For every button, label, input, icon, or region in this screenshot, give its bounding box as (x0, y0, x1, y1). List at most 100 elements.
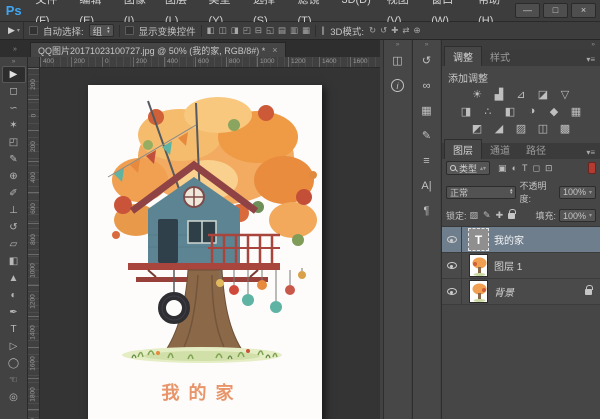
dodge-tool[interactable]: ◐ (2, 287, 26, 304)
hue-saturation-icon[interactable]: ◨ (459, 105, 473, 118)
layer-row-image[interactable]: 图层 1 (442, 253, 600, 279)
healing-brush-tool[interactable]: ⊕ (2, 168, 26, 185)
hand-tool[interactable]: ☜ (2, 372, 26, 389)
close-button[interactable]: × (571, 3, 596, 18)
ruler-corner[interactable] (28, 57, 40, 68)
eraser-tool[interactable]: ▱ (2, 236, 26, 253)
history-icon[interactable]: ↺ (416, 50, 438, 71)
tab-adjustments[interactable]: 调整 (444, 46, 482, 66)
blend-mode-dropdown[interactable]: 正常 ▴▾ (446, 186, 516, 199)
layer-thumbnail[interactable] (469, 254, 488, 277)
color-balance-icon[interactable]: ∴ (481, 105, 495, 118)
gradient-tool[interactable]: ◧ (2, 253, 26, 270)
layer-name[interactable]: 图层 1 (494, 258, 522, 273)
tab-layers[interactable]: 图层 (444, 139, 482, 159)
brush-presets-icon[interactable]: ✎ (416, 125, 438, 146)
3d-rotate-icon[interactable]: ↻ (369, 25, 376, 36)
filter-shape-layers-icon[interactable]: ◻ (533, 163, 540, 174)
curves-icon[interactable]: ⊿ (514, 88, 528, 101)
tab-paths[interactable]: 路径 (518, 140, 554, 159)
lock-position-icon[interactable]: ✚ (496, 210, 504, 221)
paragraph-icon[interactable]: ¶ (416, 200, 438, 221)
auto-select-dropdown[interactable]: 组 ▴▾ (89, 24, 114, 37)
shape-tool[interactable]: ◯ (2, 355, 26, 372)
collapse-panels-icon[interactable]: » (0, 46, 30, 57)
panel-menu-icon[interactable]: ▾≡ (581, 55, 600, 66)
layer-name[interactable]: 我的家 (494, 232, 524, 247)
minimize-button[interactable]: — (515, 3, 540, 18)
lock-all-icon[interactable] (508, 213, 515, 219)
vibrance-icon[interactable]: ▽ (558, 88, 572, 101)
filter-adjustment-layers-icon[interactable]: ◐ (512, 163, 517, 174)
threshold-icon[interactable]: ▨ (514, 122, 528, 135)
fill-value-box[interactable]: 100% ▾ (559, 209, 596, 222)
visibility-toggle[interactable] (442, 279, 462, 304)
crop-tool[interactable]: ◰ (2, 134, 26, 151)
visibility-toggle[interactable] (442, 227, 462, 252)
distribute-icon[interactable]: ∥ (321, 25, 325, 36)
auto-select-checkbox[interactable] (29, 26, 38, 35)
3d-slide-icon[interactable]: ⇄ (402, 25, 409, 36)
brightness-contrast-icon[interactable]: ☀ (470, 88, 484, 101)
horizontal-ruler[interactable]: 4002000200400600800100012001400160018002… (40, 57, 380, 68)
character-icon[interactable]: A| (416, 175, 438, 196)
tab-styles[interactable]: 样式 (482, 47, 518, 66)
zoom-tool[interactable]: ◎ (2, 389, 26, 406)
align-top-edges-icon[interactable]: ◰ (243, 25, 251, 36)
current-tool-preset[interactable]: ▶ ▾ (5, 22, 24, 39)
invert-icon[interactable]: ◩ (470, 122, 484, 135)
layer-row-text[interactable]: T 我的家 (442, 227, 600, 253)
distribute-bottom-icon[interactable]: ▦ (302, 25, 310, 36)
color-lookup-icon[interactable]: ▦ (569, 105, 583, 118)
align-left-edges-icon[interactable]: ◧ (207, 25, 215, 36)
canvas-page[interactable]: 我的家 (88, 85, 322, 419)
align-right-edges-icon[interactable]: ◨ (231, 25, 239, 36)
swatches-icon[interactable]: ▦ (416, 100, 438, 121)
brush-tool[interactable]: ✐ (2, 185, 26, 202)
selective-color-icon[interactable]: ▩ (558, 122, 572, 135)
tab-channels[interactable]: 通道 (482, 140, 518, 159)
levels-icon[interactable]: ▟ (492, 88, 506, 101)
align-vertical-centers-icon[interactable]: ⊟ (255, 25, 262, 36)
document-tab[interactable]: QQ图片20171023100727.jpg @ 50% (我的家, RGB/8… (30, 42, 286, 57)
photo-filter-icon[interactable]: ◑ (525, 105, 539, 118)
layer-thumbnail[interactable] (469, 280, 488, 303)
posterize-icon[interactable]: ◢ (492, 122, 506, 135)
type-tool[interactable]: T (2, 321, 26, 338)
align-horizontal-centers-icon[interactable]: ◫ (219, 25, 227, 36)
collapse-strip-icon[interactable]: » (425, 40, 429, 50)
pasteboard[interactable]: 我的家 (40, 68, 380, 419)
distribute-top-icon[interactable]: ▤ (278, 25, 286, 36)
filter-type-layers-icon[interactable]: T (522, 163, 528, 174)
marquee-tool[interactable]: ◻ (2, 83, 26, 100)
lock-transparent-icon[interactable]: ▨ (470, 210, 479, 221)
gradient-map-icon[interactable]: ◫ (536, 122, 550, 135)
info-icon[interactable]: i (387, 75, 409, 96)
text-layer-thumbnail[interactable]: T (468, 228, 489, 251)
align-bottom-edges-icon[interactable]: ◱ (266, 25, 274, 36)
show-transform-checkbox[interactable] (125, 26, 134, 35)
layer-name[interactable]: 背景 (494, 284, 514, 299)
collapse-strip-icon[interactable]: » (396, 40, 400, 50)
layer-row-background[interactable]: 背景 (442, 279, 600, 305)
3d-scale-icon[interactable]: ⊕ (414, 25, 421, 36)
layer-filter-kind-dropdown[interactable]: 类型 ▴▾ (446, 161, 490, 175)
panel-menu-icon[interactable]: ▾≡ (581, 148, 600, 159)
tool-presets-icon[interactable]: ≡ (416, 150, 438, 171)
maximize-button[interactable]: □ (543, 3, 568, 18)
history-brush-tool[interactable]: ↺ (2, 219, 26, 236)
filter-pixel-layers-icon[interactable]: ▣ (498, 163, 507, 174)
channel-mixer-icon[interactable]: ◆ (547, 105, 561, 118)
black-white-icon[interactable]: ◧ (503, 105, 517, 118)
pen-tool[interactable]: ✒ (2, 304, 26, 321)
lasso-tool[interactable]: ∽ (2, 100, 26, 117)
vertical-ruler[interactable]: 2000200400600800100012001400160018002000… (28, 68, 40, 419)
filter-smart-objects-icon[interactable]: ⊡ (545, 163, 553, 174)
path-selection-tool[interactable]: ▷ (2, 338, 26, 355)
eyedropper-tool[interactable]: ✎ (2, 151, 26, 168)
3d-drag-icon[interactable]: ✚ (391, 25, 398, 36)
clone-source-icon[interactable]: ∞ (416, 75, 438, 96)
collapse-tools-icon[interactable]: » (12, 57, 16, 66)
3d-roll-icon[interactable]: ↺ (380, 25, 387, 36)
filter-toggle-switch[interactable] (588, 162, 596, 174)
